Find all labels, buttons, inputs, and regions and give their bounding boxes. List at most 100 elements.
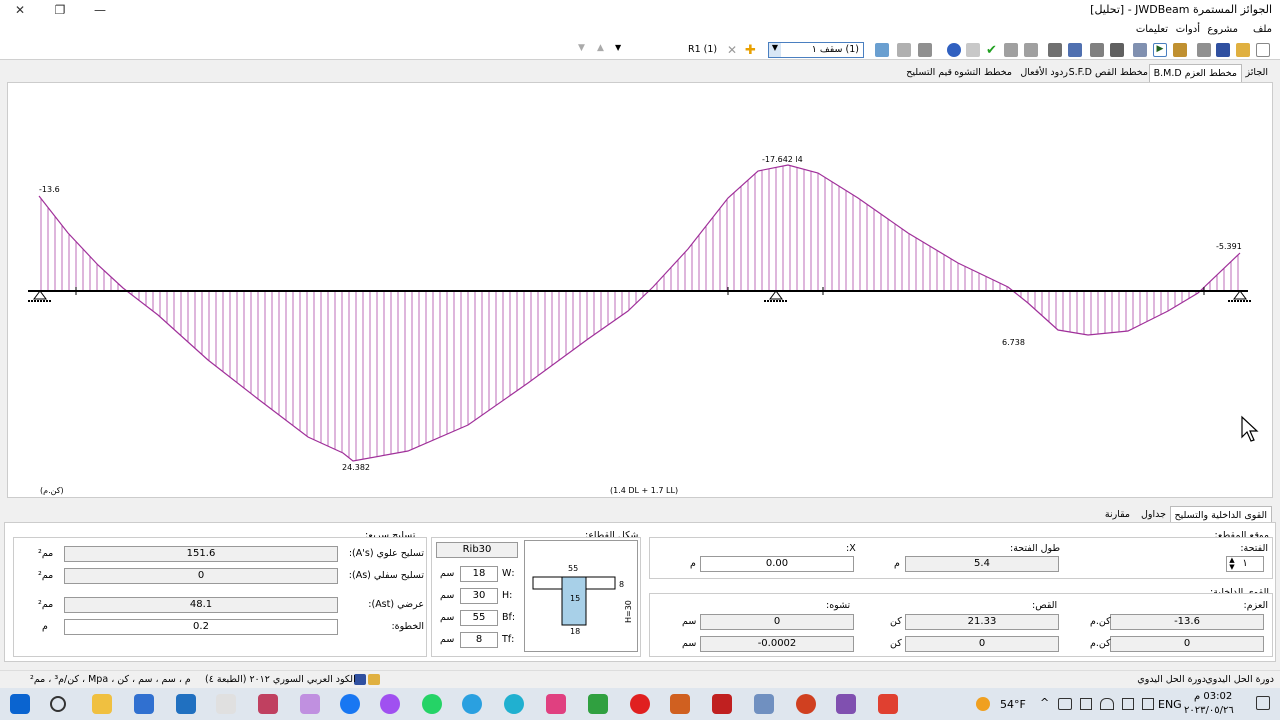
app-icon-2[interactable] [300,694,320,714]
bottom-steel-label: تسليح سفلي (As): [348,570,424,581]
distributed-load-icon[interactable] [1133,43,1147,57]
step-input[interactable]: 0.2 [64,619,338,635]
section-shape-group: Rib30 :W 18 سم :H 30 سم :Bf 55 سم :Tf 8 … [431,537,641,657]
mail-icon[interactable] [176,694,196,714]
minimize-button[interactable]: — [80,0,120,20]
powerpoint-icon[interactable] [796,694,816,714]
open-icon[interactable] [1236,43,1250,57]
app-icon[interactable] [216,694,236,714]
moment-diagram-svg: -13.6 -17.642 l4 -5.391 6.738 24.382 (كن… [28,155,1252,495]
h-input[interactable]: 30 [460,588,498,604]
winrar-icon[interactable] [670,694,690,714]
load-icon[interactable] [1068,43,1082,57]
support-icon[interactable] [1090,43,1104,57]
status-solve-mode-2: دورة الحل اليدوي [1137,674,1206,685]
whatsapp-icon[interactable] [422,694,442,714]
tab-sfd[interactable]: مخطط القص S.F.D [1065,64,1152,82]
chevron-up-icon[interactable]: ^ [1040,696,1049,709]
facebook-icon[interactable] [340,694,360,714]
messenger-icon[interactable] [380,694,400,714]
export-icon[interactable] [1004,43,1018,57]
skype-icon[interactable] [504,694,524,714]
result-tabs: الجائز مخطط العزم B.M.D مخطط القص S.F.D … [0,64,1280,82]
arrow-up-icon[interactable]: ▲ [597,43,607,57]
tab-internal-forces[interactable]: القوى الداخلية والتسليح [1169,506,1272,522]
deflection-field-1: 0 [700,614,854,630]
tab-deflection[interactable]: مخطط التشوه [950,64,1016,82]
battery-icon[interactable] [1080,698,1092,710]
store-icon[interactable] [134,694,154,714]
save-icon[interactable] [1216,43,1230,57]
delete-icon[interactable]: ✕ [727,43,741,57]
span-select[interactable]: ▼ (1) سقف ١ [768,42,864,58]
section-icon[interactable] [1048,43,1062,57]
notifications-icon[interactable] [1256,696,1270,710]
network-icon[interactable] [1142,698,1154,710]
tab-beam[interactable]: الجائز [1242,64,1272,82]
span-spinner[interactable]: ▲ ▼ ١ [1226,556,1264,572]
volume-icon[interactable] [1122,698,1134,710]
opera-icon[interactable] [630,694,650,714]
arrow-down-icon[interactable]: ▼ [578,43,588,57]
windows-start-icon[interactable] [10,694,30,714]
title-bar: ✕ ❐ — الجوائز المستمرة JWDBeam - [تحليل] [0,0,1280,20]
scissors-icon[interactable] [258,694,278,714]
tab-reactions[interactable]: ردود الأفعال [1016,64,1072,82]
status-units: م ، سم ، سم ، كن ، Mpa ، كن/م³ ، مم² [30,674,191,685]
save-icon [354,674,366,685]
add-icon[interactable]: ✚ [745,43,759,58]
file-explorer-icon[interactable] [92,694,112,714]
autocad-icon[interactable] [712,694,732,714]
results-panel: موقع المقطع: الفتحة: ▲ ▼ ١ طول الفتحة: 5.… [4,522,1276,662]
w-input[interactable]: 18 [460,566,498,582]
telegram-icon[interactable] [462,694,482,714]
menu-file[interactable]: ملف [1253,24,1272,35]
menu-tools[interactable]: أدوات [1176,24,1200,35]
maximize-button[interactable]: ❐ [40,0,80,20]
status-solve-mode: دورة الحل اليدوي [1205,674,1274,685]
tab-bmd[interactable]: مخطط العزم B.M.D [1148,64,1242,82]
menu-project[interactable]: مشروع [1207,24,1238,35]
toolbar: ▼ ▲ ▼ R1 (1) ✕ ✚ ▼ (1) سقف ١ ✔ ▶ [0,40,1280,60]
wifi-icon[interactable] [1100,698,1114,710]
section-figure: 55 15 18 8 H=30 [524,540,638,652]
search-icon[interactable] [50,696,66,712]
language-indicator[interactable]: ENG [1158,698,1182,711]
temperature[interactable]: 54°F [1000,698,1026,711]
new-file-icon[interactable] [1256,43,1270,57]
clock-date[interactable]: ٢٠٢٣/٠٥/٢٦ [1184,705,1234,716]
columns-icon[interactable] [897,43,911,57]
run-icon[interactable]: ▶ [1153,43,1167,57]
edit-icon[interactable] [1173,43,1187,57]
jwdbeam-icon[interactable] [754,694,774,714]
beam-icon[interactable] [875,43,889,57]
weather-icon[interactable] [976,697,990,711]
tf-input[interactable]: 8 [460,632,498,648]
tools-icon[interactable] [918,43,932,57]
calculator-icon[interactable] [966,43,980,57]
spinner-arrows-icon[interactable]: ▲ ▼ [1227,557,1237,571]
deflection-label: تشوه: [826,600,851,611]
point-load-icon[interactable] [1110,43,1124,57]
check-icon[interactable]: ✔ [986,43,1000,58]
unit-label: (كن.م) [40,486,64,495]
bf-input[interactable]: 55 [460,610,498,626]
span-length-unit: م [894,558,900,569]
pdf-icon[interactable] [836,694,856,714]
instagram-icon[interactable] [546,694,566,714]
help-icon[interactable] [947,43,961,57]
print-icon[interactable] [1197,43,1211,57]
camtasia-icon[interactable] [588,694,608,714]
support-right [1228,290,1252,302]
close-button[interactable]: ✕ [0,0,40,20]
settings-icon[interactable] [1024,43,1038,57]
x-input[interactable]: 0.00 [700,556,854,572]
menu-help[interactable]: تعليمات [1136,24,1168,35]
tray-icon[interactable] [1058,698,1072,710]
moment-unit-2: كن.م [1090,638,1111,649]
moment-label: العزم: [1243,600,1268,611]
dropdown-arrow-icon[interactable]: ▼ [615,43,625,57]
clock-time[interactable]: 03:02 م [1194,691,1232,702]
camtasia-recorder-icon[interactable] [878,694,898,714]
tab-reinforcement[interactable]: قيم التسليح [902,64,956,82]
